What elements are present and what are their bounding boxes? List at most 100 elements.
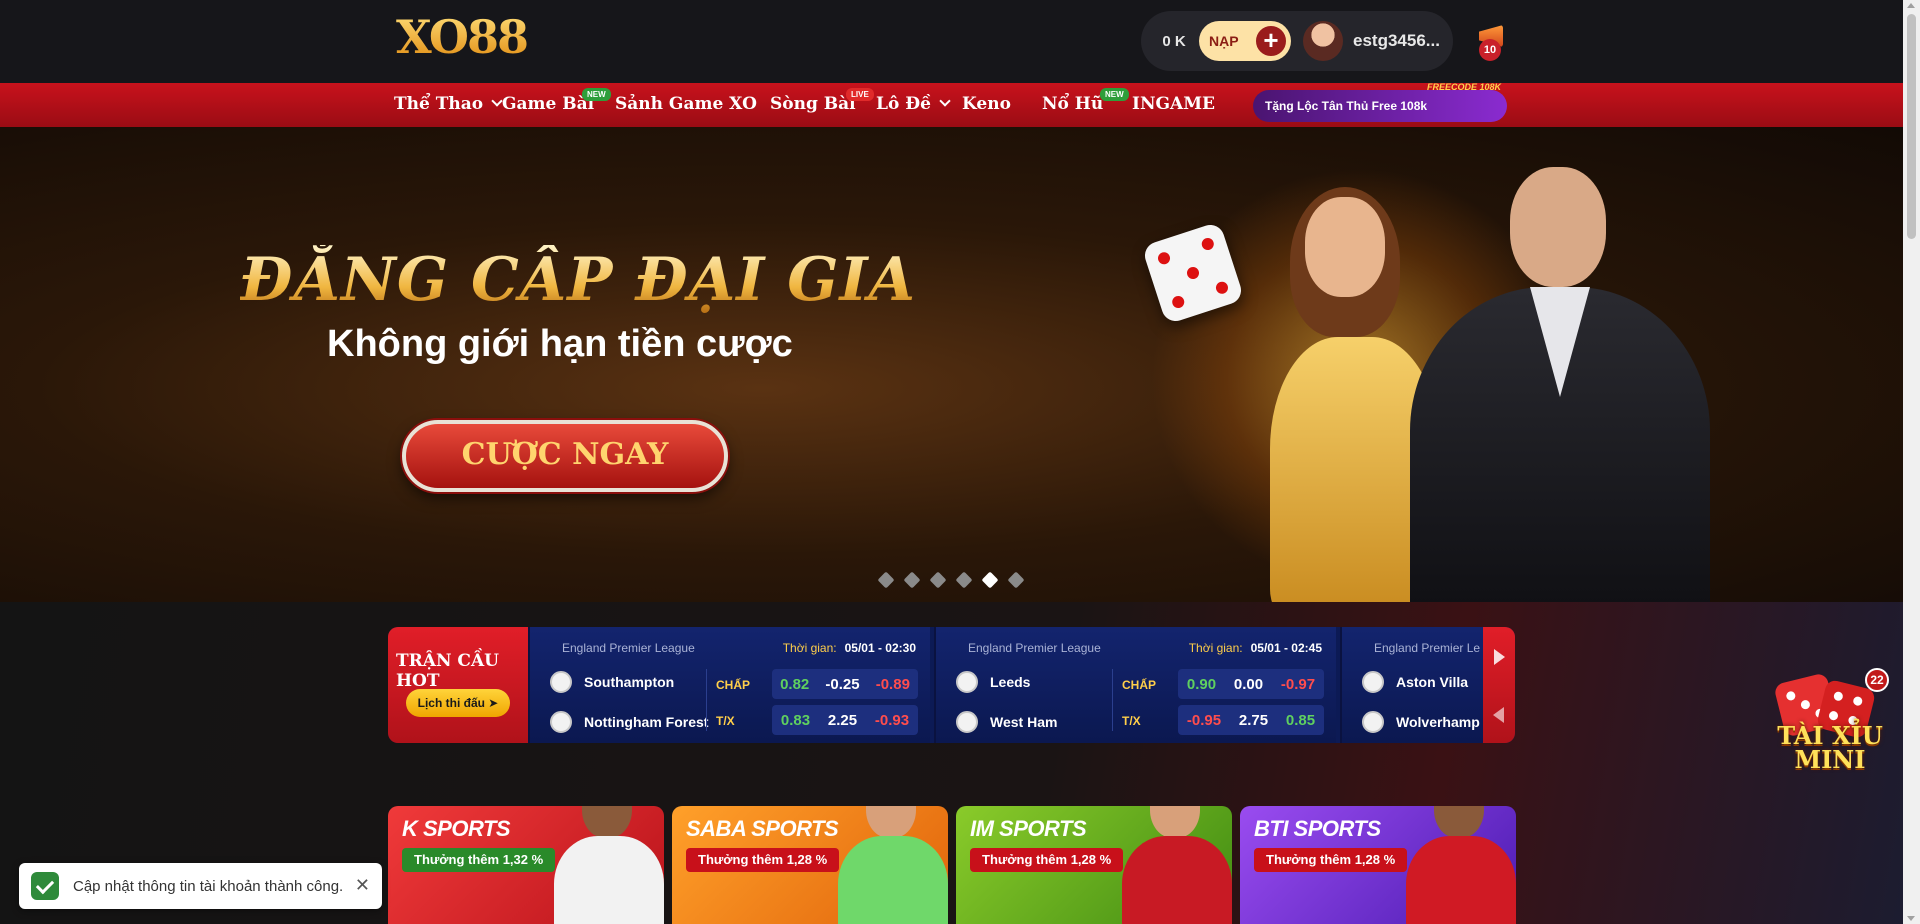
nav-label: Nổ Hũ xyxy=(1042,94,1104,114)
away-team: Nottingham Forest xyxy=(550,711,708,733)
new-badge: NEW xyxy=(582,88,611,101)
divider xyxy=(1112,669,1113,731)
hero-subline: Không giới hạn tiền cược xyxy=(327,323,793,365)
handicap-label: CHẤP xyxy=(1122,678,1157,692)
nav-label: Lô Đề xyxy=(876,94,931,114)
carousel-dot[interactable] xyxy=(1007,571,1025,589)
sport-card-title: SABA SPORTS xyxy=(686,816,839,841)
nav-item-lo-de[interactable]: Lô Đề xyxy=(876,94,951,114)
nav-item-the-thao[interactable]: Thể Thao xyxy=(394,94,503,114)
hero-banner[interactable]: ĐẲNG CẤP ĐẠI GIA Không giới hạn tiền cượ… xyxy=(0,127,1903,602)
close-icon[interactable]: ✕ xyxy=(355,876,370,894)
next-arrow-icon[interactable] xyxy=(1494,649,1505,665)
taixiu-label: TÀI XỈU MINI xyxy=(1777,721,1883,774)
account-panel: 0 K NẠP + estg3456... xyxy=(1141,11,1453,71)
success-toast: Cập nhật thông tin tài khoản thành công.… xyxy=(19,863,382,909)
notification-horn-icon[interactable]: 10 xyxy=(1473,19,1509,61)
nav-label: Thể Thao xyxy=(394,94,484,114)
scroll-down-icon[interactable] xyxy=(1907,916,1915,921)
team-crest-icon xyxy=(550,671,572,693)
sport-card-im-sports[interactable]: IM SPORTS Thưởng thêm 1,28 % xyxy=(956,806,1232,924)
sport-card-bonus: Thưởng thêm 1,28 % xyxy=(1254,848,1408,872)
logo-text: XO88 xyxy=(396,10,529,64)
nav-item-keno[interactable]: Keno xyxy=(962,94,1011,114)
sport-card-k-sports[interactable]: K SPORTS Thưởng thêm 1,32 % xyxy=(388,806,664,924)
deposit-button[interactable]: NẠP + xyxy=(1199,21,1291,61)
taixiu-mini-widget[interactable]: TÀI XỈU MINI 22 xyxy=(1773,668,1889,778)
sport-card-bonus: Thưởng thêm 1,28 % xyxy=(686,848,840,872)
league-name: England Premier League xyxy=(562,641,695,655)
hot-matches: TRẬN CẦU HOT Lịch thi đấu ➤ England Prem… xyxy=(388,627,1515,743)
match-scroll-arrows xyxy=(1483,627,1515,743)
scroll-up-icon[interactable] xyxy=(1907,3,1915,8)
prev-arrow-icon[interactable] xyxy=(1493,707,1504,723)
handicap-odds[interactable]: 0.82 -0.25 -0.89 xyxy=(772,669,918,699)
top-bar: XO88 0 K NẠP + estg3456... 10 xyxy=(0,0,1903,83)
handicap-odds[interactable]: 0.90 0.00 -0.97 xyxy=(1178,669,1324,699)
nav-label: Game Bài xyxy=(502,94,595,114)
player-image xyxy=(828,806,948,924)
promo-label: Tặng Lộc Tân Thủ Free 108k xyxy=(1265,99,1428,113)
nav-item-song-bai[interactable]: Sòng Bài LIVE xyxy=(770,88,874,114)
carousel-dot[interactable] xyxy=(955,571,973,589)
ou-label: T/X xyxy=(1122,714,1141,728)
bet-now-button[interactable]: CƯỢC NGAY xyxy=(402,420,728,492)
live-badge: LIVE xyxy=(846,88,874,101)
username[interactable]: estg3456... xyxy=(1353,31,1440,51)
home-team: Leeds xyxy=(956,671,1030,693)
deposit-label: NẠP xyxy=(1209,33,1239,49)
team-crest-icon xyxy=(956,671,978,693)
match-card[interactable]: England Premier League Thời gian: 05/01 -… xyxy=(528,627,930,743)
new-badge: NEW xyxy=(1100,88,1129,101)
handicap-label: CHẤP xyxy=(716,678,751,692)
sport-card-saba-sports[interactable]: SABA SPORTS Thưởng thêm 1,28 % xyxy=(672,806,948,924)
chevron-down-icon xyxy=(939,95,951,107)
sport-card-bonus: Thưởng thêm 1,28 % xyxy=(970,848,1124,872)
carousel-dot[interactable] xyxy=(929,571,947,589)
divider xyxy=(706,669,707,731)
plus-icon: + xyxy=(1254,24,1288,58)
carousel-dot[interactable] xyxy=(877,571,895,589)
ou-odds[interactable]: 0.83 2.25 -0.93 xyxy=(772,705,918,735)
match-time: Thời gian: 05/01 - 02:45 xyxy=(1188,641,1322,655)
sport-card-bti-sports[interactable]: BTI SPORTS Thưởng thêm 1,28 % xyxy=(1240,806,1516,924)
player-image xyxy=(544,806,664,924)
team-crest-icon xyxy=(1362,711,1384,733)
main-nav: Thể Thao Game Bài NEW Sảnh Game XO Sòng … xyxy=(0,82,1903,127)
notification-count: 10 xyxy=(1479,39,1501,61)
team-crest-icon xyxy=(956,711,978,733)
carousel-dots xyxy=(877,571,1025,589)
match-card[interactable]: England Premier League Thời gian: 05/01 -… xyxy=(934,627,1336,743)
nav-item-no-hu[interactable]: Nổ Hũ NEW xyxy=(1042,88,1129,114)
sport-card-title: K SPORTS xyxy=(402,816,511,841)
carousel-dot-active[interactable] xyxy=(981,571,999,589)
logo[interactable]: XO88 xyxy=(396,10,529,64)
match-time: Thời gian: 05/01 - 02:30 xyxy=(782,641,916,655)
schedule-button[interactable]: Lịch thi đấu ➤ xyxy=(406,689,510,717)
promo-banner[interactable]: Tặng Lộc Tân Thủ Free 108k FREECODE 108K xyxy=(1253,82,1507,122)
league-name: England Premier Le xyxy=(1374,641,1481,655)
hot-matches-header: TRẬN CẦU HOT Lịch thi đấu ➤ xyxy=(388,627,528,743)
page-scrollbar[interactable] xyxy=(1903,0,1920,924)
ou-odds[interactable]: -0.95 2.75 0.85 xyxy=(1178,705,1324,735)
player-image xyxy=(1396,806,1516,924)
scroll-thumb[interactable] xyxy=(1907,14,1916,239)
taixiu-count-badge: 22 xyxy=(1865,668,1889,692)
nav-item-game-bai[interactable]: Game Bài NEW xyxy=(502,88,611,114)
player-image xyxy=(1112,806,1232,924)
toast-message: Cập nhật thông tin tài khoản thành công. xyxy=(73,877,344,895)
team-crest-icon xyxy=(550,711,572,733)
hero-headline: ĐẲNG CẤP ĐẠI GIA xyxy=(240,245,917,315)
ou-label: T/X xyxy=(716,714,735,728)
hero-man-image xyxy=(1370,167,1730,602)
nav-item-ingame[interactable]: INGAME xyxy=(1132,94,1215,114)
home-team: Southampton xyxy=(550,671,674,693)
nav-label: INGAME xyxy=(1132,94,1215,114)
nav-item-sanh-game-xo[interactable]: Sảnh Game XO xyxy=(615,94,757,114)
hot-matches-title: TRẬN CẦU HOT xyxy=(396,651,499,691)
avatar[interactable] xyxy=(1303,21,1343,61)
home-team: Aston Villa xyxy=(1362,671,1468,693)
carousel-dot[interactable] xyxy=(903,571,921,589)
page: XO88 0 K NẠP + estg3456... 10 Thể Thao G… xyxy=(0,0,1920,924)
league-name: England Premier League xyxy=(968,641,1101,655)
